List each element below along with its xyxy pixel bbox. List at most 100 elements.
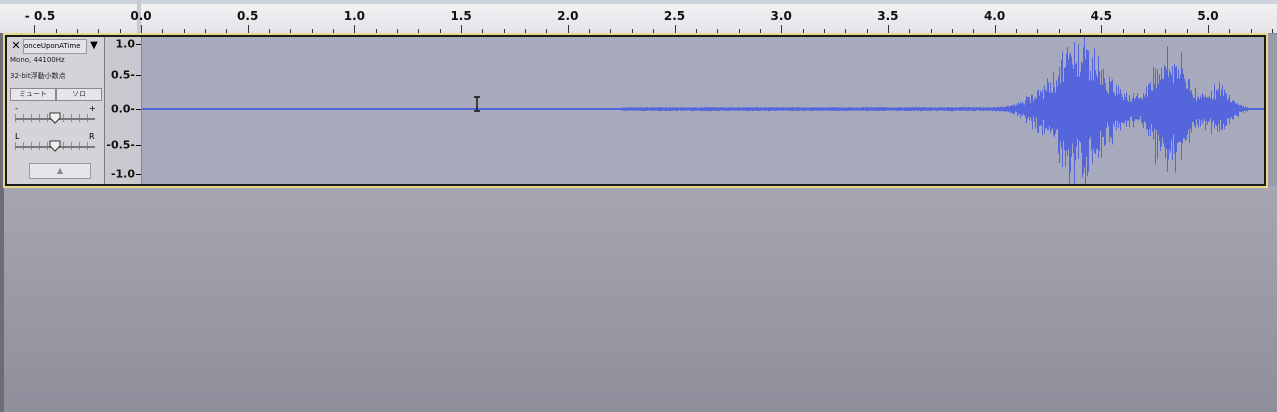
amplitude-label: -1.0 <box>110 167 135 181</box>
ruler-label: 2.0 <box>557 9 579 23</box>
ruler-tick <box>205 29 206 33</box>
ruler-tick <box>56 29 57 33</box>
ruler-tick <box>931 29 932 33</box>
ruler-tick <box>141 25 142 33</box>
pan-slider[interactable]: L R <box>15 132 95 154</box>
amplitude-label: 0.5- <box>110 68 135 82</box>
ruler-tick <box>1165 29 1166 33</box>
ruler-tick <box>632 29 633 33</box>
ruler-tick <box>226 29 227 33</box>
ruler-tick <box>162 29 163 33</box>
ruler-tick <box>739 29 740 33</box>
ruler-tick <box>824 29 825 33</box>
ruler-tick <box>546 29 547 33</box>
ruler-tick <box>482 29 483 33</box>
ruler-tick <box>952 29 953 33</box>
ruler-tick <box>98 29 99 33</box>
track-format: Mono, 44100Hz <box>10 56 65 64</box>
ruler-tick <box>525 29 526 33</box>
ruler-tick <box>418 29 419 33</box>
ruler-tick <box>888 25 889 33</box>
ruler-tick <box>120 29 121 33</box>
ruler-label: 3.5 <box>877 9 899 23</box>
ruler-tick <box>1101 25 1102 33</box>
ruler-tick <box>696 29 697 33</box>
timeline-ruler[interactable]: - 0.5 0.0 0.5 1.0 1.5 2.0 2.5 3.0 3.5 4.0 4.5 5.0 <box>0 0 1277 34</box>
ruler-tick <box>77 29 78 33</box>
gain-slider-thumb[interactable] <box>49 112 61 124</box>
amplitude-tick <box>136 174 141 175</box>
ruler-tick <box>610 29 611 33</box>
pan-slider-thumb[interactable] <box>49 140 61 152</box>
empty-track-area[interactable] <box>4 186 1277 412</box>
amplitude-tick <box>136 44 141 45</box>
audio-track[interactable]: ✕ onceUponATime ▼ Mono, 44100Hz 32-bit浮動… <box>3 33 1268 188</box>
ruler-tick <box>1208 25 1209 33</box>
ruler-tick <box>1272 29 1273 33</box>
ruler-tick <box>781 25 782 33</box>
pan-left-label: L <box>15 132 20 141</box>
ruler-tick <box>568 25 569 33</box>
gain-minus-label: - <box>15 104 18 113</box>
track-bit-depth: 32-bit浮動小数点 <box>10 72 66 80</box>
pan-right-label: R <box>89 132 95 141</box>
ruler-tick <box>909 29 910 33</box>
ruler-tick <box>803 29 804 33</box>
amplitude-ruler: 1.0 0.5- 0.0- -0.5- -1.0 <box>105 37 142 184</box>
amplitude-label: 1.0 <box>115 37 136 51</box>
gain-plus-label: + <box>89 104 96 113</box>
ruler-tick <box>717 29 718 33</box>
ruler-tick <box>845 29 846 33</box>
ruler-tick <box>376 29 377 33</box>
ruler-tick <box>1251 29 1252 33</box>
ruler-tick <box>269 29 270 33</box>
ruler-tick <box>461 25 462 33</box>
ruler-tick <box>504 29 505 33</box>
ruler-tick <box>995 25 996 33</box>
ruler-tick <box>867 29 868 33</box>
track-control-panel: ✕ onceUponATime ▼ Mono, 44100Hz 32-bit浮動… <box>7 37 105 184</box>
ruler-tick <box>333 29 334 33</box>
ruler-label: 5.0 <box>1197 9 1219 23</box>
solo-button[interactable]: ソロ <box>56 88 102 101</box>
ruler-label: 3.0 <box>770 9 792 23</box>
ruler-tick <box>1123 29 1124 33</box>
ruler-tick <box>312 29 313 33</box>
amplitude-tick <box>136 75 141 76</box>
track-name-button[interactable]: onceUponATime <box>23 39 87 54</box>
ruler-tick <box>1037 29 1038 33</box>
ruler-tick <box>1059 29 1060 33</box>
ruler-label: 4.0 <box>983 9 1006 23</box>
close-icon[interactable]: ✕ <box>10 40 22 52</box>
ruler-label: 2.5 <box>663 9 686 23</box>
ruler-tick <box>290 29 291 33</box>
ruler-tick <box>354 25 355 33</box>
ruler-tick <box>1144 29 1145 33</box>
ruler-tick <box>1229 29 1230 33</box>
ruler-tick <box>248 25 249 33</box>
ruler-tick <box>1080 29 1081 33</box>
dropdown-arrow-icon[interactable]: ▼ <box>88 40 100 52</box>
ruler-tick <box>653 29 654 33</box>
gain-slider[interactable]: - + <box>15 104 96 126</box>
ruler-label: 0.0 <box>130 9 152 23</box>
amplitude-label: -0.5- <box>106 138 135 152</box>
ruler-tick <box>1187 29 1188 33</box>
ruler-tick <box>397 29 398 33</box>
ruler-label: 1.5 <box>450 9 472 23</box>
mute-button[interactable]: ミュート <box>10 88 56 101</box>
collapse-arrow-icon[interactable]: ▲ <box>29 163 91 179</box>
amplitude-label: 0.0- <box>110 102 135 116</box>
ruler-tick <box>34 25 35 33</box>
ruler-label: 0.5 <box>237 9 259 23</box>
ruler-tick <box>973 29 974 33</box>
ruler-tick <box>760 29 761 33</box>
amplitude-tick <box>136 145 141 146</box>
ruler-label: 4.5 <box>1090 9 1112 23</box>
amplitude-tick <box>136 109 141 110</box>
ibeam-cursor-icon <box>474 96 480 112</box>
ruler-tick <box>589 29 590 33</box>
ruler-label: 1.0 <box>343 9 366 23</box>
ruler-tick <box>675 25 676 33</box>
waveform-display[interactable] <box>142 37 1264 184</box>
